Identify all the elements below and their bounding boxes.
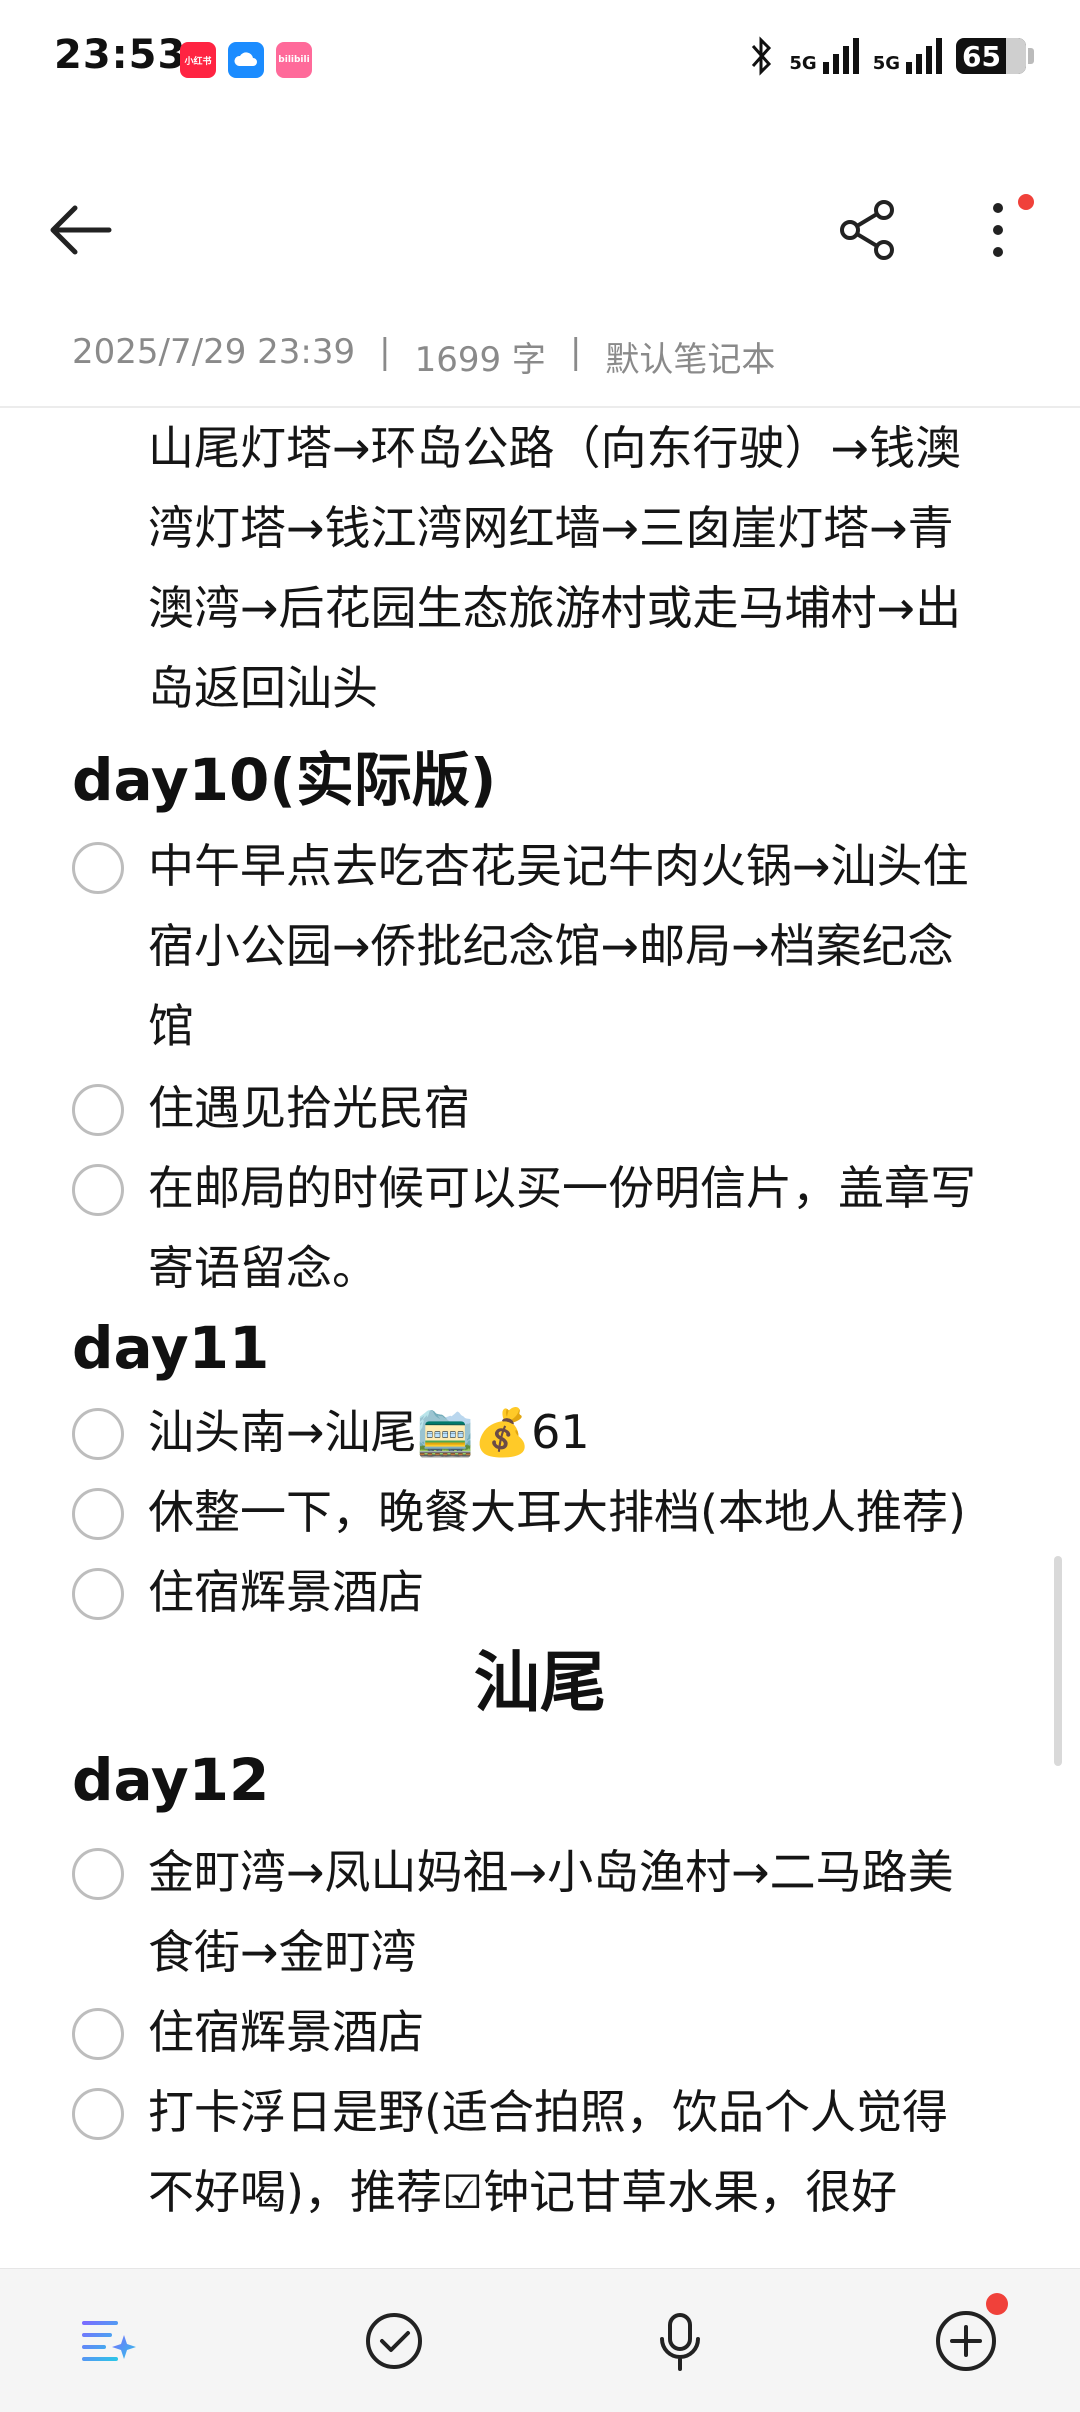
checklist-icon xyxy=(366,2313,422,2369)
add-button[interactable] xyxy=(920,2293,1012,2387)
app-bar xyxy=(0,160,1080,300)
checkbox[interactable] xyxy=(72,2088,124,2140)
checkbox[interactable] xyxy=(72,842,124,894)
notification-dot xyxy=(986,2293,1008,2315)
system-icons: 5G 5G 65 xyxy=(749,36,1034,76)
back-button[interactable] xyxy=(40,190,120,270)
share-icon xyxy=(840,200,894,260)
cloud-app-icon xyxy=(228,42,264,78)
meta-separator: | xyxy=(569,332,582,372)
checkbox[interactable] xyxy=(72,2008,124,2060)
checklist-text[interactable]: 住宿辉景酒店 xyxy=(148,1552,1018,1632)
note-datetime: 2025/7/29 23:39 xyxy=(72,332,356,372)
checkbox[interactable] xyxy=(72,1164,124,1216)
checklist-text[interactable]: 在邮局的时候可以买一份明信片，盖章写 寄语留念。 xyxy=(148,1148,1018,1308)
more-options-button[interactable] xyxy=(958,190,1038,270)
checklist-text[interactable]: 金町湾→凤山妈祖→小岛渔村→二马路美 食街→金町湾 xyxy=(148,1832,1018,1992)
checkbox[interactable] xyxy=(72,1084,124,1136)
checklist-text[interactable]: 汕头南→汕尾🚞💰61 xyxy=(148,1392,1018,1472)
xiaohongshu-icon: 小红书 xyxy=(180,42,216,78)
signal-icon-2: 5G xyxy=(873,38,942,74)
day12-heading: day12 xyxy=(72,1746,270,1814)
checklist-text[interactable]: 中午早点去吃杏花吴记牛肉火锅→汕头住 宿小公园→侨批纪念馆→邮局→档案纪念 馆 xyxy=(148,826,1018,1066)
screen: 23:53 小红书 bilibili 5G 5G 65 2025/7/29 23… xyxy=(0,0,1080,2412)
checklist-text[interactable]: 打卡浮日是野(适合拍照，饮品个人觉得 不好喝)，推荐☑钟记甘草水果，很好 xyxy=(148,2072,1018,2232)
back-arrow-icon xyxy=(50,205,112,255)
notification-dot xyxy=(1018,194,1034,210)
word-count: 1699 字 xyxy=(414,340,546,380)
section-title: 汕尾 xyxy=(474,1644,606,1721)
note-meta: 2025/7/29 23:39 | 1699 字 | 默认笔记本 xyxy=(72,332,775,381)
more-vertical-icon xyxy=(993,203,1003,257)
checkbox[interactable] xyxy=(72,1568,124,1620)
day10-heading: day10(实际版) xyxy=(72,746,497,814)
day11-heading: day11 xyxy=(72,1314,270,1382)
ai-assist-button[interactable] xyxy=(62,2295,154,2387)
checkbox[interactable] xyxy=(72,1848,124,1900)
bluetooth-icon xyxy=(752,36,772,76)
checkbox[interactable] xyxy=(72,1488,124,1540)
checklist-text[interactable]: 住遇见拾光民宿 xyxy=(148,1068,1018,1148)
microphone-icon xyxy=(660,2313,700,2371)
bottom-toolbar xyxy=(0,2268,1080,2412)
status-bar: 23:53 小红书 bilibili 5G 5G 65 xyxy=(0,0,1080,120)
notebook-name[interactable]: 默认笔记本 xyxy=(605,332,775,381)
checkbox[interactable] xyxy=(72,1408,124,1460)
intro-paragraph: 山尾灯塔→环岛公路（向东行驶）→钱澳 湾灯塔→钱江湾网红墙→三囱崖灯塔→青 澳湾… xyxy=(148,421,962,715)
voice-input-button[interactable] xyxy=(634,2295,726,2387)
bilibili-icon: bilibili xyxy=(276,42,312,78)
share-button[interactable] xyxy=(828,190,908,270)
checklist-text[interactable]: 休整一下，晚餐大耳大排档(本地人推荐) xyxy=(148,1472,1018,1552)
clock: 23:53 xyxy=(54,32,187,78)
checklist-text[interactable]: 住宿辉景酒店 xyxy=(148,1992,1018,2072)
battery-icon: 65 xyxy=(956,38,1034,74)
note-body[interactable]: 山尾灯塔→环岛公路（向东行驶）→钱澳 湾灯塔→钱江湾网红墙→三囱崖灯塔→青 澳湾… xyxy=(0,408,1080,2268)
scrollbar-thumb[interactable] xyxy=(1054,1556,1062,1766)
notification-icons: 小红书 bilibili xyxy=(180,42,312,78)
ai-sparkle-icon xyxy=(82,2321,136,2361)
meta-separator: | xyxy=(379,332,391,372)
signal-icon-1: 5G xyxy=(789,38,859,74)
add-icon xyxy=(936,2311,996,2371)
checklist-button[interactable] xyxy=(348,2295,440,2387)
